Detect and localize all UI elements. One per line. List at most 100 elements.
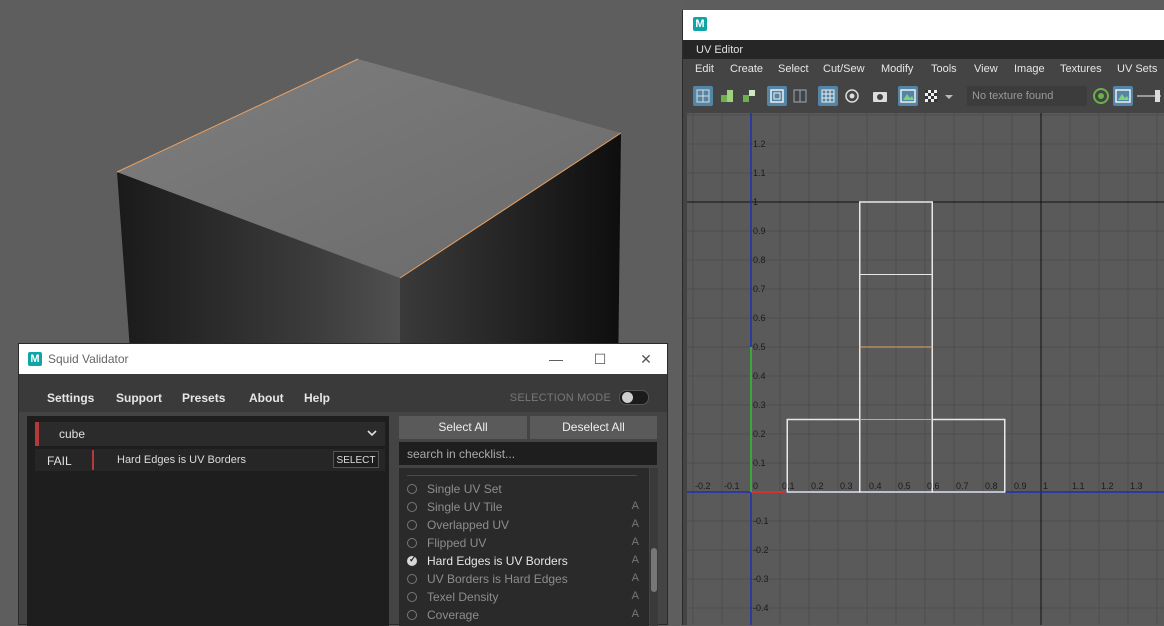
grid-display-icon[interactable] — [818, 86, 838, 106]
rgb-icon[interactable] — [1091, 86, 1111, 106]
checklist-item-flag: A — [631, 608, 639, 620]
x-tick-label: 0.1 — [782, 481, 795, 491]
frame-icon[interactable] — [767, 86, 787, 106]
radio-icon[interactable] — [407, 484, 417, 494]
menu-settings[interactable]: Settings — [47, 391, 94, 405]
y-tick-label: -0.2 — [753, 545, 769, 555]
uv-canvas[interactable]: -0.2 -0.1 0 0.1 0.2 0.3 0.4 0.5 0.6 0.7 0.8 0.9 1 1.1… — [687, 113, 1164, 625]
menu-cut-sew[interactable]: Cut/Sew — [823, 63, 865, 75]
chevron-down-icon[interactable] — [943, 86, 955, 106]
menu-tools[interactable]: Tools — [931, 63, 957, 75]
menu-support[interactable]: Support — [116, 391, 162, 405]
result-check-name: Hard Edges is UV Borders — [117, 454, 246, 466]
checklist-item[interactable]: Overlapped UV A — [407, 517, 639, 535]
checklist-item[interactable]: Coverage A — [407, 607, 639, 625]
checklist-item-label: Single UV Set — [427, 482, 502, 496]
menu-select[interactable]: Select — [778, 63, 809, 75]
frame-all-icon[interactable] — [790, 86, 810, 106]
deselect-all-button[interactable]: Deselect All — [530, 416, 657, 439]
radio-icon[interactable] — [407, 610, 417, 620]
pivot-icon[interactable] — [842, 86, 862, 106]
texture-field[interactable]: No texture found — [967, 86, 1087, 106]
menu-view[interactable]: View — [974, 63, 998, 75]
y-tick-label: 0.8 — [753, 255, 766, 265]
x-tick-label: 0 — [753, 481, 758, 491]
x-tick-label: 0.9 — [1014, 481, 1027, 491]
radio-icon[interactable] — [407, 574, 417, 584]
select-button[interactable]: SELECT — [333, 451, 379, 468]
checker-icon[interactable] — [921, 86, 941, 106]
scrollbar-thumb[interactable] — [651, 548, 657, 592]
menu-create[interactable]: Create — [730, 63, 763, 75]
selection-mode-toggle[interactable] — [619, 390, 649, 405]
camera-icon[interactable] — [870, 86, 890, 106]
menu-bar: Edit Create Select Cut/Sew Modify Tools … — [687, 59, 1164, 81]
menu-edit[interactable]: Edit — [695, 63, 714, 75]
x-tick-label: 0.4 — [869, 481, 882, 491]
radio-icon[interactable] — [407, 520, 417, 530]
results-panel: cube FAIL Hard Edges is UV Borders SELEC… — [27, 416, 389, 626]
menu-presets[interactable]: Presets — [182, 391, 225, 405]
checklist-item-label: Single UV Tile — [427, 500, 503, 514]
minimize-icon[interactable]: — — [541, 348, 571, 370]
panel-title: UV Editor — [696, 44, 744, 56]
shell-icon[interactable] — [717, 86, 737, 106]
checklist-search-input[interactable] — [399, 442, 657, 465]
x-tick-label: 0.8 — [985, 481, 998, 491]
x-tick-label: 0.7 — [956, 481, 969, 491]
image-icon[interactable] — [898, 86, 918, 106]
shell-select-icon[interactable] — [739, 86, 759, 106]
maximize-icon[interactable]: ☐ — [585, 348, 615, 370]
menu-image[interactable]: Image — [1014, 63, 1045, 75]
image-display-icon[interactable] — [1113, 86, 1133, 106]
divider — [407, 475, 637, 476]
checklist-panel: Select All Deselect All Single UV Set Si… — [399, 416, 661, 626]
selection-mode-label: SELECTION MODE — [509, 392, 611, 404]
menu-textures[interactable]: Textures — [1060, 63, 1102, 75]
exposure-slider[interactable] — [1137, 86, 1161, 106]
y-tick-label: 0.5 — [753, 342, 766, 352]
checklist-item[interactable]: Single UV Set — [407, 481, 639, 499]
y-tick-label: 0.7 — [753, 284, 766, 294]
checklist-item[interactable]: Texel Density A — [407, 589, 639, 607]
select-all-button[interactable]: Select All — [399, 416, 527, 439]
x-tick-label: 1.3 — [1130, 481, 1143, 491]
fail-divider — [92, 450, 94, 470]
checklist-item[interactable]: Single UV Tile A — [407, 499, 639, 517]
menu-modify[interactable]: Modify — [881, 63, 913, 75]
checklist-scrollbar[interactable] — [650, 468, 658, 626]
close-icon[interactable]: ✕ — [631, 348, 661, 370]
checklist-item-flag: A — [631, 500, 639, 512]
y-tick-label: 0.2 — [753, 429, 766, 439]
checklist-item-flag: A — [631, 554, 639, 566]
menu-about[interactable]: About — [249, 391, 284, 405]
object-dropdown[interactable]: cube — [35, 422, 385, 446]
title-bar[interactable]: M — [683, 10, 1164, 40]
checklist-item[interactable]: Flipped UV A — [407, 535, 639, 553]
radio-checked-icon[interactable] — [407, 554, 417, 566]
checklist-item[interactable]: UV Borders is Hard Edges A — [407, 571, 639, 589]
menu-uv-sets[interactable]: UV Sets — [1117, 63, 1157, 75]
y-tick-label: 0.6 — [753, 313, 766, 323]
title-bar[interactable]: M Squid Validator — ☐ ✕ — [19, 344, 667, 374]
panel-tab: UV Editor — [683, 40, 1164, 59]
x-tick-label: 1.2 — [1101, 481, 1114, 491]
checklist-item-label: Hard Edges is UV Borders — [427, 554, 568, 568]
uv-grid: -0.2 -0.1 0 0.1 0.2 0.3 0.4 0.5 0.6 0.7 0.8 0.9 1 1.1… — [687, 113, 1164, 625]
x-tick-label: 0.2 — [811, 481, 824, 491]
radio-icon[interactable] — [407, 592, 417, 602]
radio-icon[interactable] — [407, 538, 417, 548]
y-tick-label: -0.1 — [753, 516, 769, 526]
checklist-item-selected[interactable]: Hard Edges is UV Borders A — [407, 553, 639, 571]
x-tick-label: -0.1 — [724, 481, 740, 491]
radio-icon[interactable] — [407, 502, 417, 512]
menu-help[interactable]: Help — [304, 391, 330, 405]
chevron-down-icon — [367, 430, 377, 437]
checklist-item-label: Texel Density — [427, 590, 499, 604]
y-tick-label: 0.1 — [753, 458, 766, 468]
checklist-item-label: Coverage — [427, 608, 480, 622]
uv-editor-window: M UV Editor Edit Create Select Cut/Sew M… — [682, 10, 1164, 625]
uv-grid-icon[interactable] — [693, 86, 713, 106]
y-tick-label: 0.3 — [753, 400, 766, 410]
x-tick-label: 0.6 — [927, 481, 940, 491]
